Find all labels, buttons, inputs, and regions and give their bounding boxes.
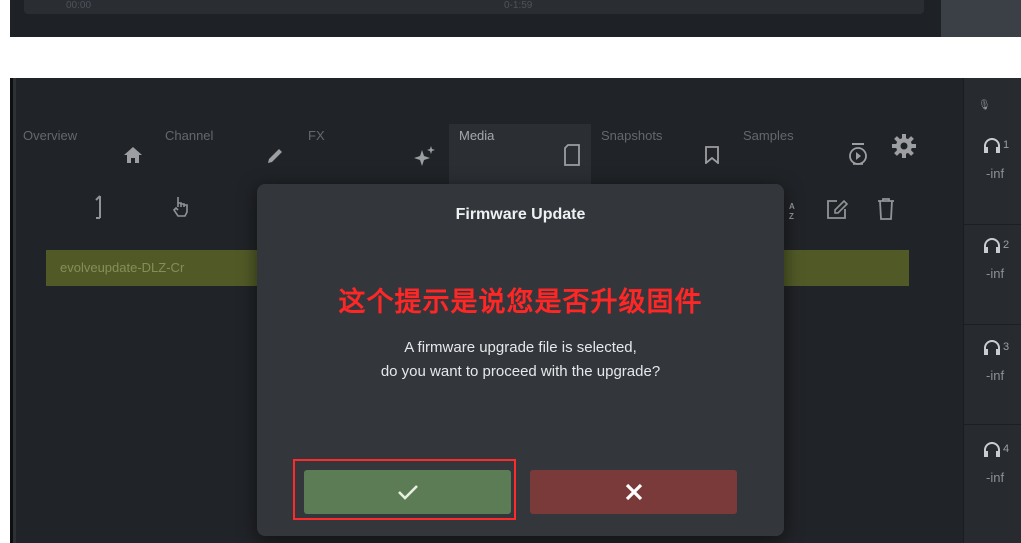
close-icon: [625, 483, 642, 501]
channel-number: 2: [1003, 239, 1010, 251]
previous-screen-strip: 00:00 0-1:59: [10, 0, 1021, 37]
channel-level: -inf: [986, 266, 1005, 281]
dialog-message-line-1: A firmware upgrade file is selected,: [404, 339, 637, 356]
dialog-title: Firmware Update: [455, 206, 586, 223]
channel-level: -inf: [986, 166, 1005, 181]
dialog-message: A firmware upgrade file is selected, do …: [257, 336, 784, 384]
channel-divider: [964, 424, 1021, 425]
channel-level: -inf: [986, 368, 1005, 383]
timeline-start-time: 00:00: [66, 0, 92, 11]
dialog-message-line-2: do you want to proceed with the upgrade?: [380, 363, 661, 380]
annotation-text: 这个提示是说您是否升级固件: [338, 287, 703, 318]
channel-divider: [964, 324, 1021, 325]
headphone-icon: [984, 138, 1000, 153]
timeline-end-time: 0-1:59: [504, 0, 533, 11]
channel-level: -inf: [986, 470, 1005, 485]
headphone-icon: [984, 442, 1000, 457]
timeline-track: [24, 0, 924, 14]
channel-meters-panel: 🎙︎ 1 -inf 2 -inf 3 -inf 4 -inf: [963, 78, 1021, 543]
channel-number: 4: [1003, 443, 1010, 455]
channel-number: 3: [1003, 341, 1010, 353]
mic-icon: 🎙︎: [978, 100, 991, 111]
channel-number: 1: [1003, 139, 1010, 151]
headphone-icon: [984, 238, 1000, 253]
channel-divider: [964, 224, 1021, 225]
headphone-icon: [984, 340, 1000, 355]
firmware-update-dialog: Firmware Update 这个提示是说您是否升级固件 A firmware…: [257, 184, 784, 536]
annotation-highlight-box: [293, 459, 516, 520]
cancel-button[interactable]: [530, 470, 737, 514]
strip-side-panel: [941, 0, 1021, 37]
